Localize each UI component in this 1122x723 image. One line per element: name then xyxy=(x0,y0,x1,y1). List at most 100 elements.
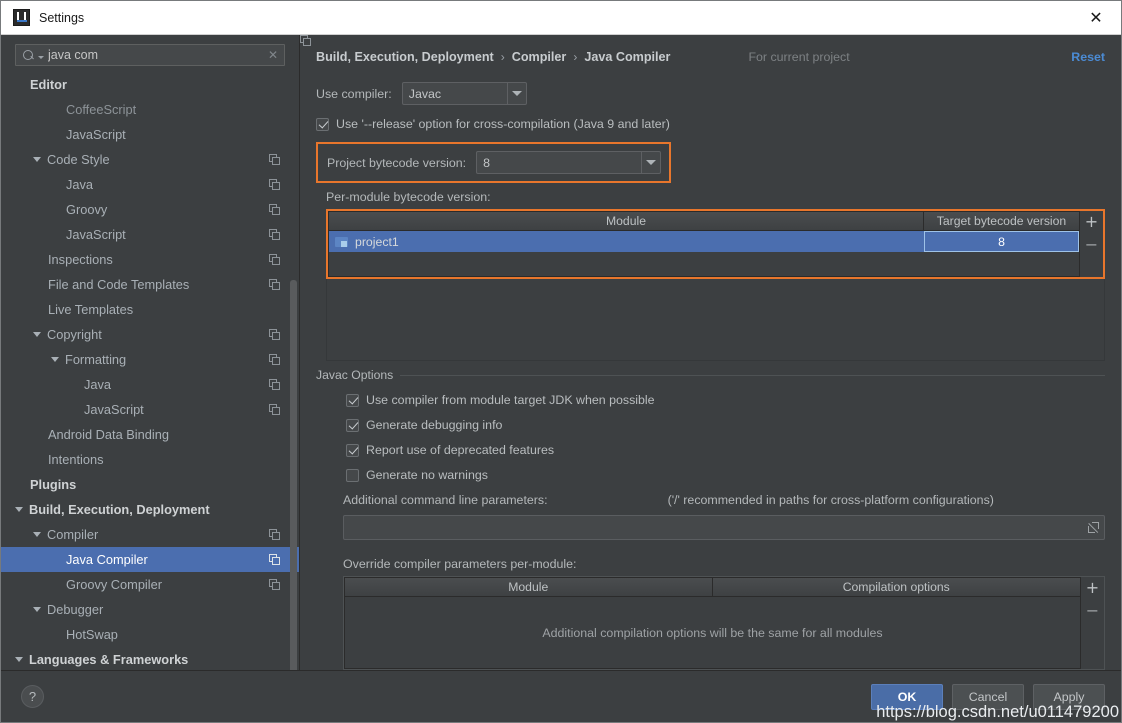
chevron-down-icon[interactable] xyxy=(38,55,44,59)
module-bytecode-table: Module Target bytecode version project1 … xyxy=(328,211,1080,277)
checkbox-indicator[interactable] xyxy=(346,468,359,482)
sidebar-item-java-compiler[interactable]: Java Compiler xyxy=(1,547,299,572)
table-row[interactable]: project1 8 xyxy=(329,231,1079,252)
intellij-idea-icon xyxy=(13,9,30,26)
chevron-down-icon[interactable] xyxy=(33,157,41,162)
sidebar-item-debugger[interactable]: Debugger xyxy=(1,597,299,622)
sidebar-item-file-and-code-templates[interactable]: File and Code Templates xyxy=(1,272,299,297)
sidebar-item-groovy[interactable]: Groovy xyxy=(1,197,299,222)
sidebar-item-hotswap[interactable]: HotSwap xyxy=(1,622,299,647)
project-bytecode-value: 8 xyxy=(483,155,491,170)
sidebar-item-coffeescript[interactable]: CoffeeScript xyxy=(1,97,299,122)
cancel-button[interactable]: Cancel xyxy=(952,683,1024,710)
cancel-button-label: Cancel xyxy=(968,689,1008,704)
table-header: Module Target bytecode version xyxy=(329,212,1079,231)
sidebar-item-label: Groovy Compiler xyxy=(66,577,163,592)
breadcrumb: Build, Execution, Deployment › Compiler … xyxy=(300,35,1105,67)
close-icon[interactable]: ✕ xyxy=(1077,3,1115,33)
javac-option-use-compiler-from-module-target-jdk-when-possible[interactable]: Use compiler from module target JDK when… xyxy=(346,393,1105,407)
javac-option-generate-debugging-info[interactable]: Generate debugging info xyxy=(346,418,1105,432)
javac-option-generate-no-warnings[interactable]: Generate no warnings xyxy=(346,468,1105,482)
breadcrumb-item-1[interactable]: Compiler xyxy=(512,50,567,64)
dialog-footer: ? OK Cancel Apply https://blog.csdn.net/u0… xyxy=(1,670,1121,722)
breadcrumb-item-0[interactable]: Build, Execution, Deployment xyxy=(316,50,494,64)
apply-button[interactable]: Apply xyxy=(1033,683,1105,710)
use-compiler-select[interactable]: Javac xyxy=(401,82,527,105)
sidebar-item-javascript[interactable]: JavaScript xyxy=(1,397,299,422)
sidebar-item-editor[interactable]: Editor xyxy=(1,72,299,97)
column-header-target[interactable]: Target bytecode version xyxy=(924,212,1079,231)
project-bytecode-select[interactable]: 8 xyxy=(476,151,662,174)
add-module-button[interactable]: + xyxy=(1085,214,1098,230)
sidebar-item-label: Plugins xyxy=(30,477,77,492)
sidebar-item-languages-frameworks[interactable]: Languages & Frameworks xyxy=(1,647,299,670)
sidebar-item-label: Groovy xyxy=(66,202,108,217)
sidebar-item-plugins[interactable]: Plugins xyxy=(1,472,299,497)
checkbox-indicator[interactable] xyxy=(346,418,359,432)
remove-override-button[interactable]: − xyxy=(1086,603,1099,619)
sidebar-item-java[interactable]: Java xyxy=(1,172,299,197)
sidebar-item-copyright[interactable]: Copyright xyxy=(1,322,299,347)
additional-params-hint: ('/' recommended in paths for cross-plat… xyxy=(667,493,994,507)
sidebar-item-formatting[interactable]: Formatting xyxy=(1,347,299,372)
copy-icon xyxy=(269,553,281,566)
chevron-down-icon[interactable] xyxy=(33,332,41,337)
javac-option-report-use-of-deprecated-features[interactable]: Report use of deprecated features xyxy=(346,443,1105,457)
chevron-down-icon[interactable] xyxy=(641,152,660,173)
sidebar-item-live-templates[interactable]: Live Templates xyxy=(1,297,299,322)
ok-button[interactable]: OK xyxy=(871,683,943,710)
sidebar-item-java[interactable]: Java xyxy=(1,372,299,397)
sidebar-item-javascript[interactable]: JavaScript xyxy=(1,122,299,147)
clear-search-icon[interactable]: ✕ xyxy=(264,48,278,62)
chevron-down-icon[interactable] xyxy=(15,657,23,662)
remove-module-button[interactable]: − xyxy=(1085,237,1098,253)
chevron-down-icon[interactable] xyxy=(51,357,59,362)
breadcrumb-item-2: Java Compiler xyxy=(584,50,671,64)
sidebar-scrollbar[interactable] xyxy=(290,280,297,685)
sidebar-item-groovy-compiler[interactable]: Groovy Compiler xyxy=(1,572,299,597)
sidebar-item-build-execution-deployment[interactable]: Build, Execution, Deployment xyxy=(1,497,299,522)
checkbox-indicator[interactable] xyxy=(346,443,359,457)
settings-sidebar: java com ✕ Editor CoffeeScript JavaScript C… xyxy=(1,35,300,685)
column-header-module[interactable]: Module xyxy=(345,578,713,597)
checkbox-indicator[interactable] xyxy=(346,393,359,407)
column-header-compilation-options[interactable]: Compilation options xyxy=(712,578,1080,597)
checkbox-indicator[interactable] xyxy=(316,117,329,131)
override-table-body: Additional compilation options will be t… xyxy=(345,597,1080,668)
chevron-down-icon[interactable] xyxy=(33,607,41,612)
sidebar-item-label: Build, Execution, Deployment xyxy=(29,502,210,517)
chevron-down-icon[interactable] xyxy=(506,83,526,104)
sidebar-item-code-style[interactable]: Code Style xyxy=(1,147,299,172)
module-table-controls: + − xyxy=(1080,211,1103,277)
use-compiler-label: Use compiler: xyxy=(316,86,392,101)
release-option-checkbox[interactable]: Use '--release' option for cross-compila… xyxy=(316,117,1105,131)
search-input[interactable]: java com ✕ xyxy=(15,44,285,66)
sidebar-item-intentions[interactable]: Intentions xyxy=(1,447,299,472)
sidebar-item-label: JavaScript xyxy=(66,127,126,142)
copy-icon xyxy=(269,403,281,416)
override-params-label: Override compiler parameters per-module: xyxy=(343,557,577,571)
sidebar-item-label: Java Compiler xyxy=(66,552,148,567)
javac-option-label: Use compiler from module target JDK when… xyxy=(366,393,655,407)
additional-params-input[interactable] xyxy=(343,515,1105,540)
reset-link[interactable]: Reset xyxy=(1071,50,1105,64)
additional-params-label: Additional command line parameters: xyxy=(343,493,548,507)
help-button[interactable]: ? xyxy=(21,685,44,708)
chevron-down-icon[interactable] xyxy=(15,507,23,512)
cell-target-version[interactable]: 8 xyxy=(924,231,1079,252)
breadcrumb-separator: › xyxy=(500,50,505,64)
sidebar-item-compiler[interactable]: Compiler xyxy=(1,522,299,547)
use-compiler-row: Use compiler: Javac xyxy=(316,82,1105,105)
expand-icon[interactable] xyxy=(1088,522,1099,534)
sidebar-item-javascript[interactable]: JavaScript xyxy=(1,222,299,247)
add-override-button[interactable]: + xyxy=(1086,580,1099,596)
column-header-module[interactable]: Module xyxy=(329,212,924,231)
chevron-down-icon[interactable] xyxy=(33,532,41,537)
sidebar-item-android-data-binding[interactable]: Android Data Binding xyxy=(1,422,299,447)
sidebar-item-inspections[interactable]: Inspections xyxy=(1,247,299,272)
